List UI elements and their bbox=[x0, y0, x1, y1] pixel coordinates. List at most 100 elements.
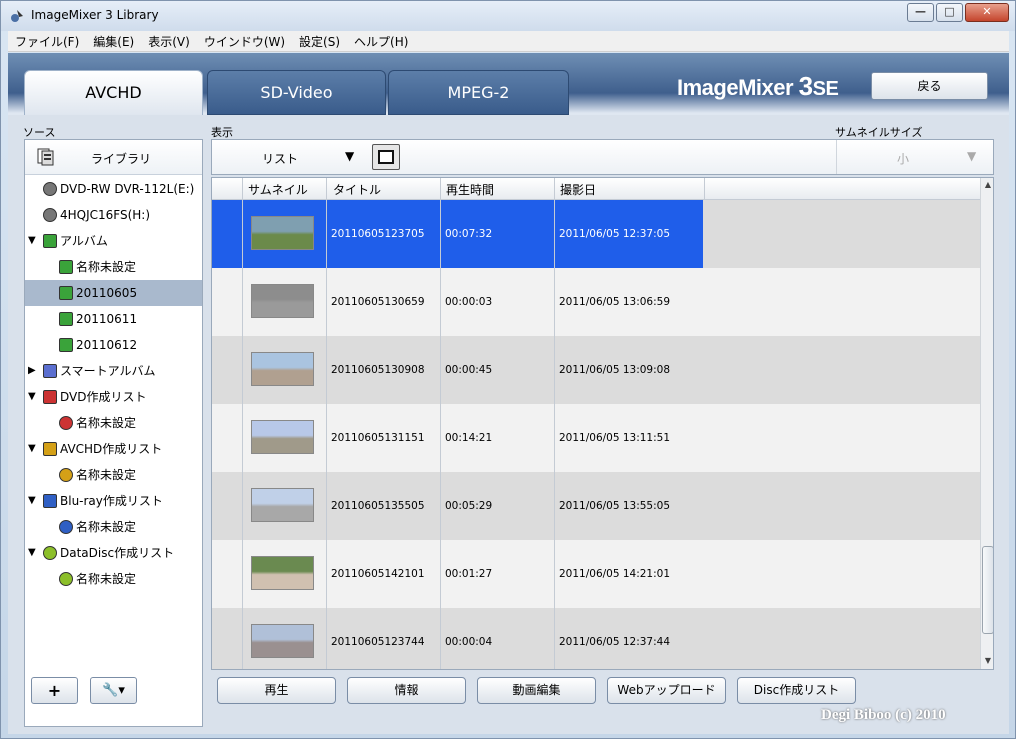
expand-arrow-icon[interactable]: ▼ bbox=[28, 436, 38, 462]
tree-item[interactable]: 名称未設定 bbox=[25, 566, 202, 592]
menu-settings[interactable]: 設定(S) bbox=[292, 33, 347, 50]
watermark: Degi Biboo (c) 2010 bbox=[821, 707, 946, 723]
menu-window[interactable]: ウインドウ(W) bbox=[197, 33, 292, 50]
expand-arrow-icon[interactable]: ▼ bbox=[28, 488, 38, 514]
tree-item[interactable]: 4HQJC16FS(H:) bbox=[25, 202, 202, 228]
tree-item-label: 20110605 bbox=[76, 286, 138, 300]
expand-arrow-icon[interactable]: ▼ bbox=[28, 228, 38, 254]
scroll-down-icon[interactable]: ▼ bbox=[981, 654, 993, 668]
close-button[interactable]: ✕ bbox=[965, 3, 1009, 22]
video-thumbnail bbox=[251, 352, 314, 386]
cell-date: 2011/06/05 13:06:59 bbox=[559, 296, 671, 308]
maximize-button[interactable]: □ bbox=[936, 3, 963, 22]
expand-arrow-icon[interactable]: ▼ bbox=[28, 384, 38, 410]
cell-duration: 00:00:03 bbox=[445, 296, 493, 308]
column-divider bbox=[704, 178, 705, 200]
thumbnail-size-select[interactable]: 小 ▼ bbox=[836, 140, 992, 174]
video-thumbnail bbox=[251, 488, 314, 522]
smart-album-icon bbox=[43, 364, 57, 378]
scroll-up-icon[interactable]: ▲ bbox=[981, 178, 993, 192]
column-divider bbox=[554, 178, 555, 669]
title-bar[interactable]: ImageMixer 3 Library — □ ✕ bbox=[1, 1, 1015, 31]
tree-item[interactable]: 名称未設定 bbox=[25, 514, 202, 540]
tree-item[interactable]: 名称未設定 bbox=[25, 254, 202, 280]
source-tree: DVD-RW DVR-112L(E:) 4HQJC16FS(H:) ▼ アルバム 名称未… bbox=[25, 176, 202, 592]
tab-sd-video[interactable]: SD-Video bbox=[207, 70, 386, 115]
tree-item[interactable]: 20110605 bbox=[25, 280, 202, 306]
cell-duration: 00:00:04 bbox=[445, 636, 493, 648]
tree-item[interactable]: 20110611 bbox=[25, 306, 202, 332]
brand-main: ImageMixer bbox=[677, 75, 799, 100]
add-button[interactable]: + bbox=[31, 677, 78, 704]
tree-item-label: 名称未設定 bbox=[76, 416, 137, 430]
datadisc-disc-icon bbox=[59, 572, 73, 586]
header-date[interactable]: 撮影日 bbox=[560, 181, 596, 198]
back-button[interactable]: 戻る bbox=[871, 72, 988, 100]
tree-item[interactable]: ▼ Blu-ray作成リスト bbox=[25, 488, 202, 514]
tree-item[interactable]: ▼ AVCHD作成リスト bbox=[25, 436, 202, 462]
datadisc-list-icon bbox=[43, 546, 57, 560]
column-divider bbox=[440, 178, 441, 669]
dvd-disc-icon bbox=[59, 416, 73, 430]
table-row[interactable]: 20110605130908 00:00:45 2011/06/05 13:09:0… bbox=[212, 336, 980, 404]
header-thumbnail[interactable]: サムネイル bbox=[248, 181, 308, 198]
maximize-icon: □ bbox=[944, 5, 955, 18]
tree-item-label: Blu-ray作成リスト bbox=[60, 494, 163, 508]
cell-title: 20110605130659 bbox=[331, 296, 425, 308]
tree-item[interactable]: 20110612 bbox=[25, 332, 202, 358]
table-row[interactable]: 20110605130659 00:00:03 2011/06/05 13:06:5… bbox=[212, 268, 980, 336]
tree-item[interactable]: ▼ DataDisc作成リスト bbox=[25, 540, 202, 566]
menu-view[interactable]: 表示(V) bbox=[141, 33, 197, 50]
table-row[interactable]: 20110605135505 00:05:29 2011/06/05 13:55:0… bbox=[212, 472, 980, 540]
view-mode-select[interactable]: リスト ▼ bbox=[212, 140, 368, 174]
tree-item[interactable]: 名称未設定 bbox=[25, 462, 202, 488]
tree-item[interactable]: DVD-RW DVR-112L(E:) bbox=[25, 176, 202, 202]
scroll-thumb[interactable] bbox=[982, 546, 993, 634]
tab-mpeg2[interactable]: MPEG-2 bbox=[388, 70, 569, 115]
dvd-list-icon bbox=[43, 390, 57, 404]
list-header: サムネイル タイトル 再生時間 撮影日 bbox=[212, 178, 980, 200]
menu-edit[interactable]: 編集(E) bbox=[86, 33, 141, 50]
app-icon bbox=[11, 10, 23, 22]
video-edit-button[interactable]: 動画編集 bbox=[477, 677, 596, 704]
table-row[interactable]: 20110605123705 00:07:32 2011/06/05 12:37:0… bbox=[212, 200, 980, 268]
vertical-scrollbar[interactable]: ▲ ▼ bbox=[980, 178, 993, 669]
app-area: AVCHD SD-Video MPEG-2 ImageMixer 3SE 戻る … bbox=[8, 53, 1009, 734]
tree-item[interactable]: ▶ スマートアルバム bbox=[25, 358, 202, 384]
chevron-down-icon: ▼ bbox=[967, 149, 977, 163]
bluray-disc-icon bbox=[59, 520, 73, 534]
source-panel: ライブラリ DVD-RW DVR-112L(E:) 4HQJC16FS(H:) ▼ ア… bbox=[24, 139, 203, 727]
expand-arrow-icon[interactable]: ▼ bbox=[28, 540, 38, 566]
library-button[interactable]: ライブラリ bbox=[25, 140, 202, 175]
menu-help[interactable]: ヘルプ(H) bbox=[347, 33, 415, 50]
drive-icon bbox=[43, 208, 57, 222]
preview-toggle-button[interactable] bbox=[372, 144, 400, 170]
table-row[interactable]: 20110605131151 00:14:21 2011/06/05 13:11:5… bbox=[212, 404, 980, 472]
bluray-list-icon bbox=[43, 494, 57, 508]
web-upload-button[interactable]: Webアップロード bbox=[607, 677, 726, 704]
info-button[interactable]: 情報 bbox=[347, 677, 466, 704]
header-duration[interactable]: 再生時間 bbox=[446, 181, 494, 198]
cell-date: 2011/06/05 12:37:05 bbox=[559, 228, 671, 240]
cell-title: 20110605135505 bbox=[331, 500, 425, 512]
minimize-button[interactable]: — bbox=[907, 3, 934, 22]
menu-file[interactable]: ファイル(F) bbox=[8, 33, 86, 50]
disc-list-button[interactable]: Disc作成リスト bbox=[737, 677, 856, 704]
video-thumbnail bbox=[251, 624, 314, 658]
tree-item-label: 20110611 bbox=[76, 312, 138, 326]
tree-item-label: スマートアルバム bbox=[60, 364, 156, 378]
table-row[interactable]: 20110605123744 00:00:04 2011/06/05 12:37:4… bbox=[212, 608, 980, 669]
tree-item[interactable]: ▼ DVD作成リスト bbox=[25, 384, 202, 410]
tree-item-label: AVCHD作成リスト bbox=[60, 442, 163, 456]
tools-button[interactable]: 🔧▾ bbox=[90, 677, 137, 704]
play-button[interactable]: 再生 bbox=[217, 677, 336, 704]
tree-item[interactable]: ▼ アルバム bbox=[25, 228, 202, 254]
header-title[interactable]: タイトル bbox=[333, 181, 381, 198]
tree-item[interactable]: 名称未設定 bbox=[25, 410, 202, 436]
tab-avchd[interactable]: AVCHD bbox=[24, 70, 203, 116]
video-thumbnail bbox=[251, 216, 314, 250]
tree-item-label: 名称未設定 bbox=[76, 520, 137, 534]
tree-item-label: アルバム bbox=[60, 234, 108, 248]
table-row[interactable]: 20110605142101 00:01:27 2011/06/05 14:21:0… bbox=[212, 540, 980, 608]
collapse-arrow-icon[interactable]: ▶ bbox=[28, 358, 38, 384]
